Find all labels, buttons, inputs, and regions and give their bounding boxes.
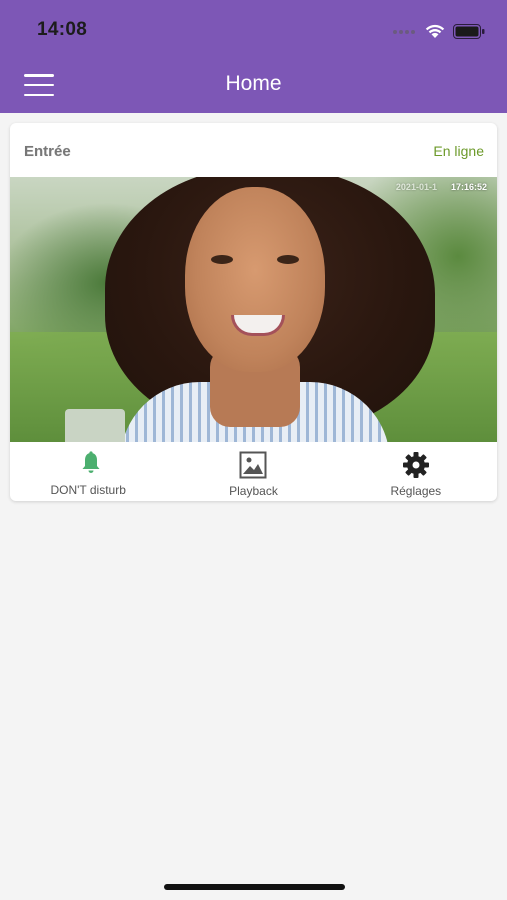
gear-icon [402,452,429,478]
dont-disturb-button[interactable]: DON'T disturb [10,442,172,501]
video-subject-bag [65,409,125,442]
battery-icon [453,23,485,39]
dont-disturb-label: DON'T disturb [50,483,126,497]
device-name: Entrée [24,143,71,160]
video-subject-mouth [231,315,285,336]
image-icon [239,451,267,479]
settings-button[interactable]: Réglages [335,442,497,501]
video-date: 2021-01-1 [395,182,437,192]
video-subject-face [185,187,325,372]
home-indicator[interactable] [164,884,345,890]
device-actions: DON'T disturb Playback Réglages [10,442,497,501]
signal-icon [393,27,417,35]
wifi-icon [425,24,445,38]
live-video-preview[interactable]: 2021-01-1 17:16:52 [10,177,497,442]
device-status: En ligne [433,143,484,159]
device-card-header: Entrée En ligne [10,123,497,177]
playback-button[interactable]: Playback [172,442,334,501]
bell-icon [82,451,100,473]
video-subject-eye [211,255,233,264]
video-timestamp: 2021-01-1 17:16:52 [396,182,487,192]
status-icons [393,20,485,42]
settings-label: Réglages [390,484,442,498]
device-card[interactable]: Entrée En ligne 2021-01-1 17:16:52 DON'T … [10,123,497,501]
playback-label: Playback [229,484,278,498]
page-title: Home [225,72,282,95]
app-header: 14:08 Home [0,0,507,113]
video-time: 17:16:52 [450,182,487,192]
video-subject-eye [277,255,299,264]
status-time: 14:08 [37,19,88,40]
